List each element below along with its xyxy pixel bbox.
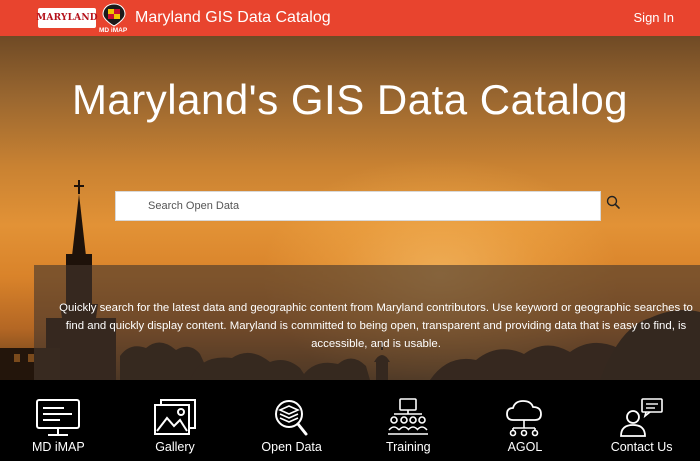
search-icon [606, 195, 620, 209]
tile-agol[interactable]: AGOL [467, 380, 584, 461]
top-navigation-bar: MARYLAND MD iMAP Maryland GIS Data Catal… [0, 0, 700, 36]
monitor-icon [36, 399, 81, 436]
layers-search-icon [274, 400, 308, 436]
quick-links-bar: MD iMAP Gallery Open Data Training AGOL … [0, 380, 700, 461]
hero-title: Maryland's GIS Data Catalog [71, 76, 629, 123]
search-button[interactable] [604, 193, 624, 213]
maryland-logo-text: MARYLAND [36, 13, 98, 23]
cloud-network-icon [506, 400, 542, 437]
tile-training[interactable]: Training [350, 380, 467, 461]
description-text: Quickly search for the latest data and g… [59, 302, 693, 350]
tile-open-data[interactable]: Open Data [233, 380, 350, 461]
tile-label: Gallery [155, 440, 195, 454]
tile-contact-us[interactable]: Contact Us [583, 380, 700, 461]
training-icon [388, 398, 429, 435]
md-imap-logo-text: MD iMAP [99, 27, 128, 34]
site-title[interactable]: Maryland GIS Data Catalog [135, 9, 331, 27]
search-input[interactable] [116, 192, 600, 220]
tile-label: Contact Us [610, 440, 673, 454]
photo-gallery-icon [153, 399, 196, 435]
tile-label: Training [385, 440, 431, 454]
contact-person-icon [619, 398, 663, 437]
tile-label: MD iMAP [31, 440, 85, 454]
description-panel: Quickly search for the latest data and g… [34, 265, 700, 380]
tile-label: AGOL [507, 440, 543, 454]
maryland-logo[interactable]: MARYLAND [36, 8, 98, 28]
search-box [115, 191, 601, 221]
sign-in-link[interactable]: Sign In [634, 10, 674, 25]
tile-md-imap[interactable]: MD iMAP [0, 380, 117, 461]
tile-label: Open Data [261, 440, 322, 454]
hero-banner: Maryland's GIS Data Catalog Quickly sear… [0, 36, 700, 380]
tile-gallery[interactable]: Gallery [117, 380, 234, 461]
map-pin-icon [102, 3, 126, 27]
md-imap-logo[interactable]: MD iMAP [99, 3, 129, 34]
